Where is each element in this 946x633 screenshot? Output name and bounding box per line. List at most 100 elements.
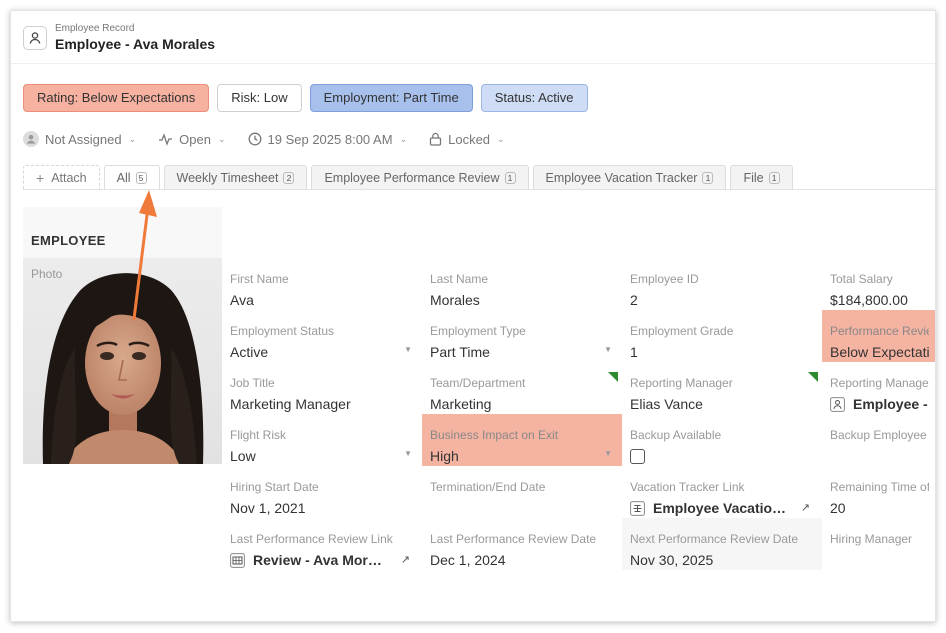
attach-button[interactable]: + Attach — [23, 165, 100, 190]
field-value: Elias Vance — [630, 396, 703, 412]
field-label: Total Salary — [830, 272, 893, 286]
tab-label: Weekly Timesheet — [176, 171, 279, 185]
tab-divider — [23, 189, 935, 190]
field-label: Next Performance Review Date — [630, 532, 799, 546]
record-header: Employee Record Employee - Ava Morales — [23, 23, 215, 53]
field-label: Hiring Start Date — [230, 480, 319, 494]
activity-icon — [158, 132, 173, 146]
last-name-field[interactable]: Last Name Morales — [422, 264, 622, 316]
rating-badge[interactable]: Rating: Below Expectations — [23, 84, 210, 112]
lock-icon — [429, 132, 442, 146]
remaining-time-field[interactable]: Remaining Time of 20 — [822, 472, 935, 524]
badge-row: Rating: Below Expectations Risk: Low Emp… — [23, 84, 588, 112]
caret-down-icon[interactable]: ▼ — [604, 345, 612, 354]
flight-risk-field[interactable]: Flight Risk Low ▼ — [222, 420, 422, 472]
page-title: Employee - Ava Morales — [55, 36, 216, 52]
datetime-dropdown[interactable]: 19 Sep 2025 8:00 AM ⌄ — [248, 131, 407, 147]
chevron-down-icon: ⌄ — [497, 133, 505, 144]
field-value: Active — [230, 344, 269, 360]
open-link-icon[interactable]: ↗ — [801, 501, 810, 514]
field-value[interactable]: Employee Vacatio… — [653, 499, 786, 517]
field-label: Reporting Manage — [830, 376, 929, 390]
hiring-manager-field[interactable]: Hiring Manager — [822, 524, 935, 576]
assignee-label: Not Assigned — [45, 131, 122, 147]
total-salary-field[interactable]: Total Salary $184,800.00 — [822, 264, 935, 316]
backup-available-checkbox[interactable] — [630, 449, 645, 464]
field-value: $184,800.00 — [830, 292, 908, 308]
section-title: EMPLOYEE — [23, 207, 222, 258]
caret-down-icon[interactable]: ▼ — [604, 449, 612, 458]
job-title-field[interactable]: Job Title Marketing Manager — [222, 368, 422, 420]
field-label: Employment Grade — [630, 324, 734, 338]
tab-employee-vacation-tracker[interactable]: Employee Vacation Tracker 1 — [532, 165, 727, 190]
assignee-dropdown[interactable]: Not Assigned ⌄ — [23, 131, 136, 147]
field-label: Last Name — [430, 272, 489, 286]
termination-date-field[interactable]: Termination/End Date — [422, 472, 622, 524]
status-badge[interactable]: Status: Active — [480, 84, 588, 112]
field-value: Morales — [430, 292, 480, 308]
team-department-field[interactable]: Team/Department Marketing — [422, 368, 622, 420]
caret-down-icon[interactable]: ▼ — [404, 449, 412, 458]
field-label: Team/Department — [430, 376, 526, 390]
field-label: Employment Type — [430, 324, 526, 338]
backup-available-field[interactable]: Backup Available — [622, 420, 822, 472]
vacation-tracker-link-field[interactable]: Vacation Tracker Link Employee Vacatio… … — [622, 472, 822, 524]
field-label: Backup Available — [630, 428, 722, 442]
tab-count-badge: 1 — [768, 172, 780, 184]
lock-dropdown[interactable]: Locked ⌄ — [429, 131, 505, 147]
tab-file[interactable]: File 1 — [730, 165, 793, 190]
employment-type-field[interactable]: Employment Type Part Time ▼ — [422, 316, 622, 368]
field-label: Employee ID — [630, 272, 699, 286]
tab-count-badge: 2 — [283, 172, 295, 184]
record-type-label: Employee Record — [55, 23, 135, 34]
employment-badge[interactable]: Employment: Part Time — [309, 84, 473, 112]
field-value[interactable]: Employee - — [853, 395, 928, 413]
field-value: Dec 1, 2024 — [430, 552, 506, 568]
clock-icon — [248, 132, 262, 146]
tab-label: File — [743, 171, 764, 185]
risk-badge[interactable]: Risk: Low — [217, 84, 302, 112]
state-label: Open — [179, 131, 211, 147]
reporting-manager-link-field[interactable]: Reporting Manage Employee - — [822, 368, 935, 420]
tab-weekly-timesheet[interactable]: Weekly Timesheet 2 — [163, 165, 308, 190]
backup-employee-field[interactable]: Backup Employee — [822, 420, 935, 472]
hiring-start-date-field[interactable]: Hiring Start Date Nov 1, 2021 — [222, 472, 422, 524]
last-review-link-field[interactable]: Last Performance Review Link Review - Av… — [222, 524, 422, 576]
first-name-field[interactable]: First Name Ava — [222, 264, 422, 316]
performance-review-field[interactable]: Performance Revie Below Expectatio — [822, 310, 935, 362]
field-value: 20 — [830, 500, 846, 516]
field-label: Performance Revie — [830, 324, 929, 338]
tab-count-badge: 1 — [504, 172, 516, 184]
reporting-manager-field[interactable]: Reporting Manager Elias Vance — [622, 368, 822, 420]
corner-flag-icon — [808, 372, 818, 382]
datetime-label: 19 Sep 2025 8:00 AM — [267, 131, 393, 147]
caret-down-icon[interactable]: ▼ — [404, 345, 412, 354]
avatar-icon — [23, 131, 39, 147]
tab-count-badge: 1 — [702, 172, 714, 184]
employment-grade-field[interactable]: Employment Grade 1 — [622, 316, 822, 368]
state-dropdown[interactable]: Open ⌄ — [158, 131, 226, 147]
field-label: Hiring Manager — [830, 532, 913, 546]
business-impact-field[interactable]: Business Impact on Exit High ▼ — [422, 414, 622, 466]
next-review-date-field[interactable]: Next Performance Review Date Nov 30, 202… — [622, 518, 822, 570]
portrait-image — [23, 258, 222, 464]
tab-count-badge: 5 — [135, 172, 147, 184]
field-label: Termination/End Date — [430, 480, 546, 494]
photo-label: Photo — [31, 267, 63, 281]
last-review-date-field[interactable]: Last Performance Review Date Dec 1, 2024 — [422, 524, 622, 576]
tab-employee-performance-review[interactable]: Employee Performance Review 1 — [311, 165, 529, 190]
field-value: Low — [230, 448, 256, 464]
employment-status-field[interactable]: Employment Status Active ▼ — [222, 316, 422, 368]
field-value[interactable]: Review - Ava Mor… — [253, 551, 382, 569]
field-label: Flight Risk — [230, 428, 287, 442]
field-value: Below Expectatio — [830, 344, 929, 360]
employee-photo[interactable] — [23, 258, 222, 464]
lock-label: Locked — [448, 131, 491, 147]
field-label: Employment Status — [230, 324, 335, 338]
chevron-down-icon: ⌄ — [128, 133, 137, 144]
person-icon — [23, 26, 47, 50]
header-divider — [11, 63, 935, 64]
field-value: Nov 30, 2025 — [630, 552, 714, 568]
employee-id-field[interactable]: Employee ID 2 — [622, 264, 822, 316]
open-link-icon[interactable]: ↗ — [401, 553, 410, 566]
